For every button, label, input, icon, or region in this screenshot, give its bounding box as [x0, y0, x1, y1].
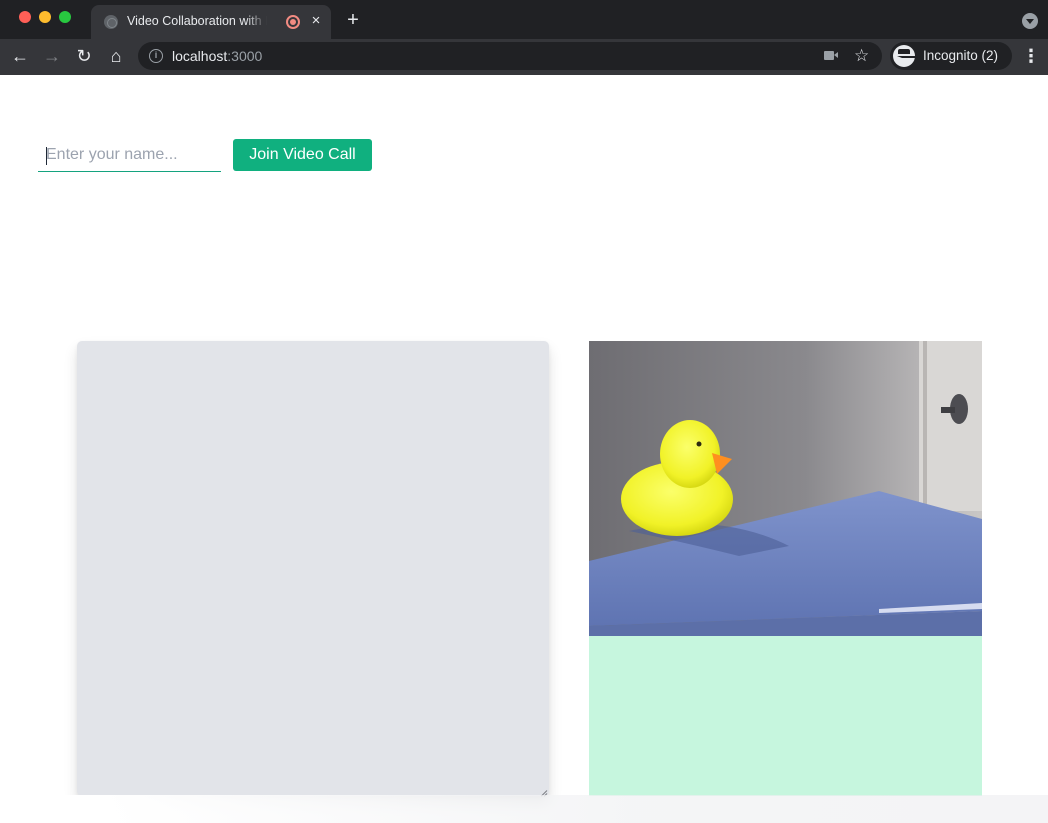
profile-label: Incognito (2)	[923, 48, 999, 63]
address-bar[interactable]: i localhost:3000 ☆	[138, 42, 882, 70]
profile-button[interactable]: Incognito (2)	[890, 42, 1012, 70]
page-bottom-shadow	[0, 795, 1048, 823]
maximize-window-button[interactable]	[59, 11, 71, 23]
reload-button[interactable]: ↻	[73, 45, 95, 67]
home-button[interactable]: ⌂	[105, 45, 127, 67]
url-text[interactable]: localhost:3000	[172, 48, 262, 64]
camera-icon[interactable]	[824, 51, 838, 60]
browser-chrome: Video Collaboration with Nexmo × + ← → ↻…	[0, 0, 1048, 75]
tab-strip: Video Collaboration with Nexmo × +	[0, 0, 1048, 39]
close-window-button[interactable]	[19, 11, 31, 23]
join-video-call-button[interactable]: Join Video Call	[233, 139, 372, 171]
camera-video-feed	[589, 341, 982, 636]
back-button[interactable]: ←	[9, 45, 31, 67]
tab-search-button[interactable]	[1022, 13, 1038, 29]
new-tab-button[interactable]: +	[343, 9, 363, 31]
page-content: Join Video Call	[0, 75, 1048, 823]
info-icon[interactable]: i	[149, 49, 163, 63]
browser-tab[interactable]: Video Collaboration with Nexmo ×	[91, 5, 331, 39]
url-host: localhost	[172, 48, 228, 64]
browser-menu-button[interactable]: ⋮	[1022, 45, 1040, 67]
name-input[interactable]	[38, 139, 221, 172]
star-icon[interactable]: ☆	[854, 45, 869, 67]
text-caret	[46, 147, 47, 165]
url-port: :3000	[227, 48, 263, 64]
video-panel	[589, 341, 982, 796]
recording-icon	[286, 15, 300, 29]
forward-button[interactable]: →	[41, 45, 63, 67]
notes-textarea[interactable]	[77, 341, 549, 796]
minimize-window-button[interactable]	[39, 11, 51, 23]
incognito-icon	[893, 45, 921, 67]
tab-title: Video Collaboration with Nexmo	[127, 14, 267, 28]
globe-icon	[104, 15, 118, 29]
close-tab-button[interactable]: ×	[308, 11, 324, 31]
resize-handle[interactable]	[539, 786, 547, 794]
